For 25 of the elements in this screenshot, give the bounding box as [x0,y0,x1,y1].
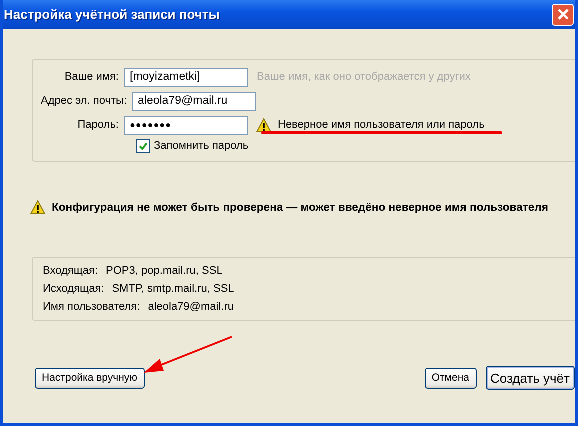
summary-value: POP3, pop.mail.ru, SSL [106,264,223,276]
field-label: Ваше имя: [64,71,120,83]
warning-icon [30,200,46,215]
field-hint: Ваше имя, как оно отображается у других [257,71,471,83]
summary-label: Имя пользователя: [43,300,140,312]
warning-message: Конфигурация не может быть проверена — может введёно неверное имя пользователя [52,202,548,214]
summary-label: Исходящая: [43,282,104,294]
cancel-button[interactable]: Отмена [424,368,477,388]
manual-setup-button[interactable]: Настройка вручную [35,368,145,388]
field-label: Адрес эл. почты: [40,95,128,107]
error-message: Неверное имя пользователя или пароль [278,119,485,131]
summary-value: aleola79@mail.ru [148,300,234,312]
input-field[interactable]: ●●●●●●● [124,116,248,134]
close-button[interactable] [552,4,574,26]
summary-value: SMTP, smtp.mail.ru, SSL [112,282,234,294]
summary-label: Входящая: [43,264,98,276]
checkbox[interactable] [136,139,150,153]
warning-icon [256,118,272,132]
window-title: Настройка учётной записи почты [4,7,221,22]
field-label: Пароль: [76,119,120,131]
input-field[interactable]: [moyizametki] [124,68,248,86]
create-account-button[interactable]: Создать учёт [486,366,575,390]
checkbox-label: Запомнить пароль [154,140,249,152]
input-field[interactable]: aleola79@mail.ru [132,92,256,110]
close-icon [556,8,570,21]
